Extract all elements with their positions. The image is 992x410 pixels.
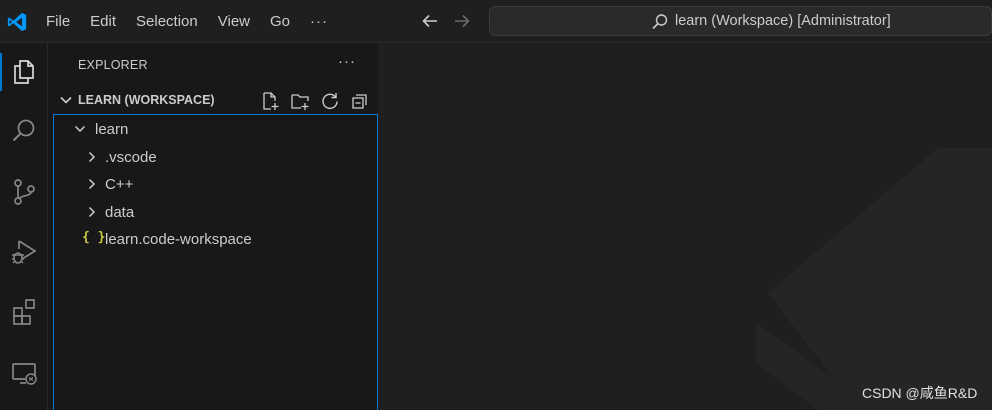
refresh-icon[interactable] [319,90,341,112]
new-file-icon[interactable] [259,90,281,112]
files-icon [14,60,34,84]
chevron-down-icon [60,96,72,104]
explorer-sidebar: EXPLORER ··· LEARN (WORKSPACE) learn .vs… [48,43,378,410]
activity-run-debug[interactable] [0,229,48,275]
tree-item-cpp[interactable]: C++ [54,171,377,198]
vscode-watermark-logo [756,148,992,410]
tree-item-label: data [105,204,135,221]
vscode-logo-icon[interactable] [6,11,28,33]
sidebar-title: EXPLORER [78,58,148,72]
menu-view[interactable]: View [208,8,260,36]
source-control-icon [14,179,35,205]
csdn-watermark: CSDN @咸鱼R&D [862,385,978,401]
tree-item-workspace-file[interactable]: { } learn.code-workspace [54,226,377,253]
workspace-section-header[interactable]: LEARN (WORKSPACE) [48,89,378,111]
collapse-all-icon[interactable] [349,90,371,112]
tree-item-learn[interactable]: learn [54,116,377,143]
arrow-left-icon[interactable] [419,10,441,32]
menu-more-button[interactable]: ··· [300,8,338,36]
json-file-icon: { } [82,230,106,245]
workspace-section-title: LEARN (WORKSPACE) [78,93,215,107]
tree-item-label: C++ [105,176,134,193]
chevron-right-icon [88,151,96,163]
arrow-right-icon[interactable] [451,10,473,32]
menu-selection[interactable]: Selection [126,8,208,36]
sidebar-more-button[interactable]: ··· [338,53,356,70]
menu-file[interactable]: File [36,8,80,36]
extensions-icon [13,299,35,325]
search-icon [652,14,668,30]
activity-source-control[interactable] [0,169,48,215]
menu-edit[interactable]: Edit [80,8,126,36]
tree-item-label: .vscode [105,149,157,166]
activity-search[interactable] [0,108,48,154]
chevron-right-icon [88,206,96,218]
search-icon [12,119,35,142]
remote-explorer-icon [12,363,37,385]
title-bar: File Edit Selection View Go ··· learn (W… [0,0,992,43]
activity-explorer[interactable] [0,49,48,95]
explorer-tree: learn .vscode C++ data { } learn.code-wo… [53,114,378,410]
command-center-label: learn (Workspace) [Administrator] [675,13,891,29]
activity-remote-explorer[interactable] [0,350,48,396]
menu-bar: File Edit Selection View Go ··· [36,0,338,43]
tree-item-label: learn [95,121,129,138]
new-folder-icon[interactable] [289,90,311,112]
chevron-right-icon [88,178,96,190]
editor-area [378,43,992,410]
tree-item-label: learn.code-workspace [105,231,252,248]
tree-item-vscode[interactable]: .vscode [54,144,377,171]
activity-extensions[interactable] [0,289,48,335]
activity-bar [0,43,48,410]
command-center[interactable]: learn (Workspace) [Administrator] [489,6,992,36]
run-debug-icon [12,240,37,264]
chevron-down-icon [74,125,86,133]
tree-item-data[interactable]: data [54,199,377,226]
menu-go[interactable]: Go [260,8,300,36]
